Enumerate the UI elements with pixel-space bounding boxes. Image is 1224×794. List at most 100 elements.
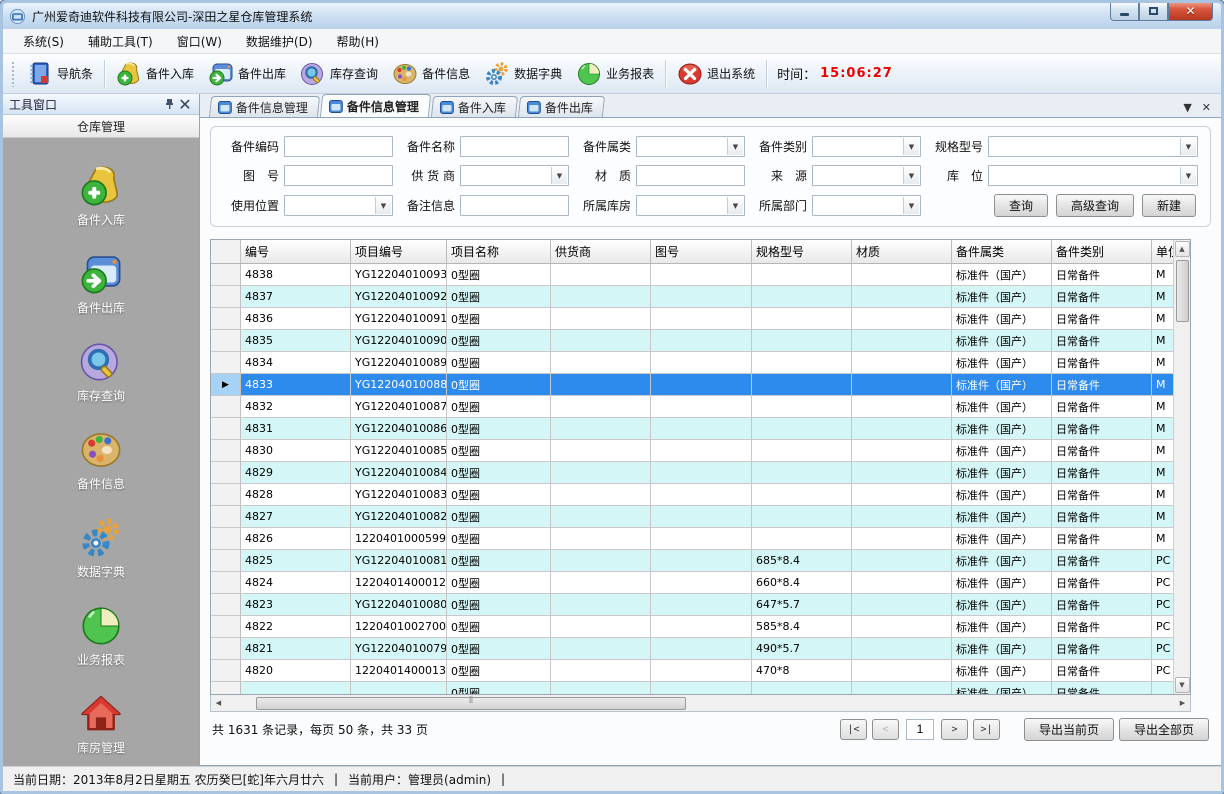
sidebar-item-parts-outbound[interactable]: 备件出库	[77, 252, 125, 316]
column-header-attr[interactable]: 备件属类	[952, 240, 1052, 263]
spare-category-select[interactable]: ▼	[812, 136, 921, 157]
remark-field[interactable]	[460, 195, 569, 216]
report-button[interactable]: 业务报表	[569, 58, 661, 90]
table-row[interactable]: 4828YG122040100830型圈标准件（国产）日常备件M	[211, 484, 1175, 506]
row-selector-cell[interactable]	[211, 264, 241, 285]
column-header-supplier[interactable]: 供货商	[551, 240, 651, 263]
row-selector-cell[interactable]	[211, 616, 241, 637]
table-row[interactable]: 4823YG122040100800型圈647*5.7标准件（国产）日常备件PC	[211, 594, 1175, 616]
table-row[interactable]: 4832YG122040100870型圈标准件（国产）日常备件M	[211, 396, 1175, 418]
material-field[interactable]	[636, 165, 745, 186]
scroll-left-icon[interactable]: ◀	[211, 699, 226, 707]
spare-code-field-input[interactable]	[285, 139, 392, 158]
new-button[interactable]: 新建	[1142, 194, 1196, 217]
table-row[interactable]: 4838YG122040100930型圈标准件（国产）日常备件M	[211, 264, 1175, 286]
spec-model-select[interactable]: ▼	[988, 136, 1198, 157]
menu-aux-tools[interactable]: 辅助工具(T)	[76, 30, 165, 53]
row-selector-cell[interactable]	[211, 484, 241, 505]
menu-data-maintenance[interactable]: 数据维护(D)	[234, 30, 325, 53]
tab-parts-info-mgmt-1[interactable]: 备件信息管理	[209, 96, 320, 117]
table-row[interactable]: 4837YG122040100920型圈标准件（国产）日常备件M	[211, 286, 1175, 308]
row-selector-cell[interactable]	[211, 352, 241, 373]
spare-attr-select[interactable]: ▼	[636, 136, 745, 157]
table-row[interactable]: 482212204010027000型圈585*8.4标准件（国产）日常备件PC	[211, 616, 1175, 638]
table-row[interactable]: 4831YG122040100860型圈标准件（国产）日常备件M	[211, 418, 1175, 440]
table-row[interactable]: 4821YG122040100790型圈490*5.7标准件（国产）日常备件PC	[211, 638, 1175, 660]
page-number-input[interactable]	[906, 719, 934, 740]
parts-outbound-button[interactable]: 备件出库	[201, 58, 293, 90]
table-row[interactable]: 4829YG122040100840型圈标准件（国产）日常备件M	[211, 462, 1175, 484]
material-field-input[interactable]	[637, 168, 744, 187]
sidebar-item-parts-info[interactable]: 备件信息	[77, 428, 125, 492]
column-header-material[interactable]: 材质	[852, 240, 952, 263]
drawing-no-field-input[interactable]	[285, 168, 392, 187]
table-row[interactable]: 482612204010005990型圈标准件（国产）日常备件M	[211, 528, 1175, 550]
chevron-down-icon[interactable]: ▼	[727, 197, 743, 214]
table-row[interactable]: 4827YG122040100820型圈标准件（国产）日常备件M	[211, 506, 1175, 528]
column-header-project[interactable]: 项目编号	[351, 240, 447, 263]
prev-page-button[interactable]: <	[872, 719, 899, 740]
next-page-button[interactable]: >	[941, 719, 968, 740]
column-header-id[interactable]: 编号	[241, 240, 351, 263]
tab-parts-outbound[interactable]: 备件出库	[518, 96, 605, 117]
row-selector-cell[interactable]	[211, 528, 241, 549]
table-row[interactable]: 4834YG122040100890型圈标准件（国产）日常备件M	[211, 352, 1175, 374]
scroll-up-icon[interactable]: ▲	[1175, 241, 1190, 257]
horizontal-scrollbar[interactable]: ◀ ▶	[210, 695, 1191, 712]
chevron-down-icon[interactable]: ▼	[903, 138, 919, 155]
table-row[interactable]: 0型圈标准件（国产）日常备件	[211, 682, 1175, 694]
scroll-right-icon[interactable]: ▶	[1175, 699, 1190, 707]
supplier-select[interactable]: ▼	[460, 165, 569, 186]
row-selector-cell[interactable]	[211, 594, 241, 615]
vertical-scrollbar[interactable]: ▲ ▼	[1173, 240, 1190, 694]
first-page-button[interactable]: |<	[840, 719, 867, 740]
remark-field-input[interactable]	[461, 198, 568, 217]
row-selector-cell[interactable]	[211, 440, 241, 461]
chevron-down-icon[interactable]: ▼	[1180, 138, 1196, 155]
sidebar-item-report[interactable]: 业务报表	[77, 604, 125, 668]
table-row[interactable]: 4835YG122040100900型圈标准件（国产）日常备件M	[211, 330, 1175, 352]
vertical-scroll-thumb[interactable]	[1176, 260, 1189, 322]
column-header-spec[interactable]: 规格型号	[752, 240, 852, 263]
chevron-down-icon[interactable]: ▼	[1180, 167, 1196, 184]
location-select[interactable]: ▼	[988, 165, 1198, 186]
table-row[interactable]: 482412204014000120型圈660*8.4标准件（国产）日常备件PC	[211, 572, 1175, 594]
column-header-name[interactable]: 项目名称	[447, 240, 551, 263]
row-selector-cell[interactable]	[211, 286, 241, 307]
row-selector-cell[interactable]	[211, 396, 241, 417]
row-selector-cell[interactable]: ▶	[211, 374, 241, 395]
row-selector-cell[interactable]	[211, 506, 241, 527]
use-position-select[interactable]: ▼	[284, 195, 393, 216]
last-page-button[interactable]: >|	[973, 719, 1000, 740]
data-dict-button[interactable]: 数据字典	[477, 58, 569, 90]
spare-code-field[interactable]	[284, 136, 393, 157]
row-selector-cell[interactable]	[211, 330, 241, 351]
sidebar-close-icon[interactable]: ✕	[177, 96, 193, 112]
row-selector-cell[interactable]	[211, 682, 241, 694]
close-button[interactable]: ✕	[1168, 2, 1213, 21]
row-selector-cell[interactable]	[211, 572, 241, 593]
menu-window[interactable]: 窗口(W)	[165, 30, 234, 53]
scroll-down-icon[interactable]: ▼	[1175, 677, 1190, 693]
stock-query-button[interactable]: 库存查询	[293, 58, 385, 90]
chevron-down-icon[interactable]: ▼	[903, 167, 919, 184]
row-selector-cell[interactable]	[211, 418, 241, 439]
sidebar-item-stock-query[interactable]: 库存查询	[77, 340, 125, 404]
tab-parts-inbound[interactable]: 备件入库	[431, 96, 518, 117]
export-current-page-button[interactable]: 导出当前页	[1024, 718, 1114, 741]
chevron-down-icon[interactable]: ▼	[727, 138, 743, 155]
nav-bar-button[interactable]: 导航条	[20, 58, 100, 90]
sidebar-item-data-dict[interactable]: 数据字典	[77, 516, 125, 580]
department-select[interactable]: ▼	[812, 195, 921, 216]
tab-parts-info-mgmt-2[interactable]: 备件信息管理	[320, 94, 431, 117]
query-button[interactable]: 查询	[994, 194, 1048, 217]
maximize-button[interactable]	[1139, 2, 1168, 21]
chevron-down-icon[interactable]: ▼	[903, 197, 919, 214]
spare-name-field-input[interactable]	[461, 139, 568, 158]
sidebar-item-warehouse-mgmt[interactable]: 库房管理	[77, 692, 125, 756]
spare-name-field[interactable]	[460, 136, 569, 157]
chevron-down-icon[interactable]: ▼	[551, 167, 567, 184]
parts-inbound-button[interactable]: 备件入库	[109, 58, 201, 90]
table-row[interactable]: 482012204014000130型圈470*8标准件（国产）日常备件PC	[211, 660, 1175, 682]
column-header-drawing[interactable]: 图号	[651, 240, 752, 263]
